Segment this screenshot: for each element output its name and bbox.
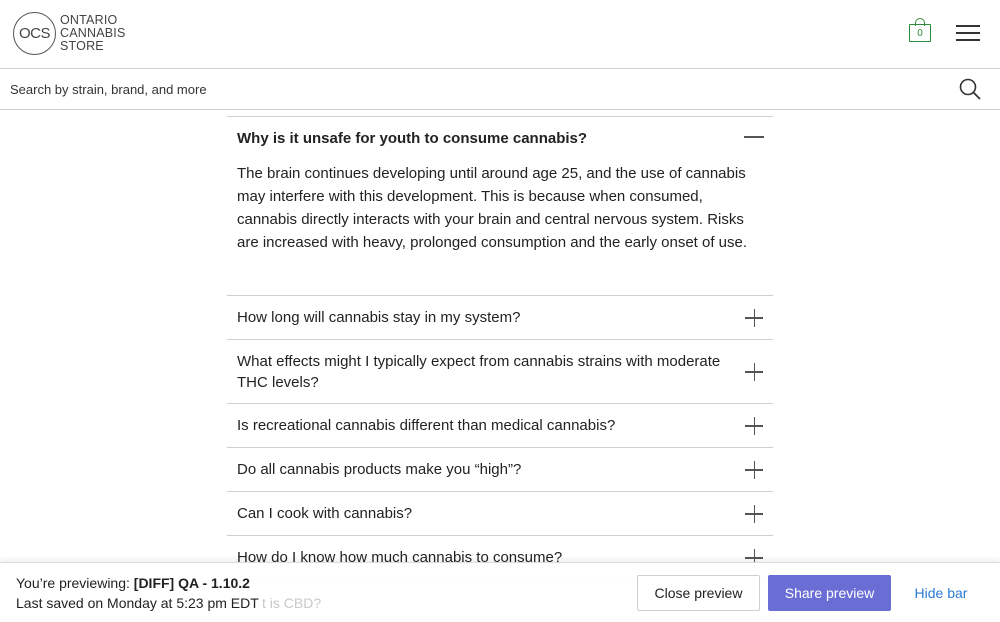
- logo-wordmark: ONTARIO CANNABIS STORE: [60, 14, 126, 53]
- faq-question: Do all cannabis products make you “high”…: [237, 461, 522, 478]
- expand-plus-icon[interactable]: [745, 460, 763, 479]
- search-input[interactable]: [10, 69, 910, 109]
- faq-question: What effects might I typically expect fr…: [237, 352, 721, 391]
- last-saved-text: Last saved on Monday at 5:23 pm EDT: [16, 595, 259, 611]
- site-header: OCS ONTARIO CANNABIS STORE 0: [0, 0, 1000, 69]
- hamburger-menu-icon[interactable]: [956, 22, 980, 42]
- faq-question: Is recreational cannabis different than …: [237, 417, 616, 434]
- faq-question: How long will cannabis stay in my system…: [237, 309, 521, 326]
- faq-item[interactable]: Is recreational cannabis different than …: [227, 404, 773, 448]
- search-bar: [0, 69, 1000, 110]
- faq-item[interactable]: Do all cannabis products make you “high”…: [227, 448, 773, 492]
- faq-item[interactable]: What effects might I typically expect fr…: [227, 340, 773, 404]
- faq-answer: The brain continues developing until aro…: [237, 165, 748, 251]
- faq-item-behind-bar: t is CBD?: [262, 595, 322, 611]
- ocs-logo[interactable]: OCS ONTARIO CANNABIS STORE: [13, 12, 126, 55]
- expand-plus-icon[interactable]: [745, 362, 763, 381]
- faq-list: Why is it unsafe for youth to consume ca…: [227, 116, 773, 580]
- faq-question: Can I cook with cannabis?: [237, 505, 413, 522]
- cart-count: 0: [909, 24, 931, 42]
- search-icon[interactable]: [959, 78, 981, 100]
- faq-item[interactable]: How long will cannabis stay in my system…: [227, 296, 773, 340]
- cart-icon[interactable]: 0: [909, 18, 931, 42]
- previewing-version: [DIFF] QA - 1.10.2: [133, 575, 250, 591]
- faq-item-open[interactable]: Why is it unsafe for youth to consume ca…: [227, 116, 773, 296]
- share-preview-button[interactable]: Share preview: [768, 575, 891, 611]
- faq-item[interactable]: Can I cook with cannabis?: [227, 492, 773, 536]
- preview-status: You’re previewing: [DIFF] QA - 1.10.2: [16, 575, 250, 591]
- hide-bar-link[interactable]: Hide bar: [905, 575, 977, 611]
- previewing-label: You’re previewing:: [16, 575, 130, 591]
- collapse-minus-icon[interactable]: [744, 136, 764, 138]
- faq-question[interactable]: Why is it unsafe for youth to consume ca…: [237, 130, 587, 147]
- logo-line-3: STORE: [60, 39, 104, 53]
- expand-plus-icon[interactable]: [745, 308, 763, 327]
- expand-plus-icon[interactable]: [745, 504, 763, 523]
- preview-bar: You’re previewing: [DIFF] QA - 1.10.2 t …: [0, 562, 1000, 622]
- logo-mark: OCS: [13, 12, 56, 55]
- expand-plus-icon[interactable]: [745, 416, 763, 435]
- close-preview-button[interactable]: Close preview: [637, 575, 760, 611]
